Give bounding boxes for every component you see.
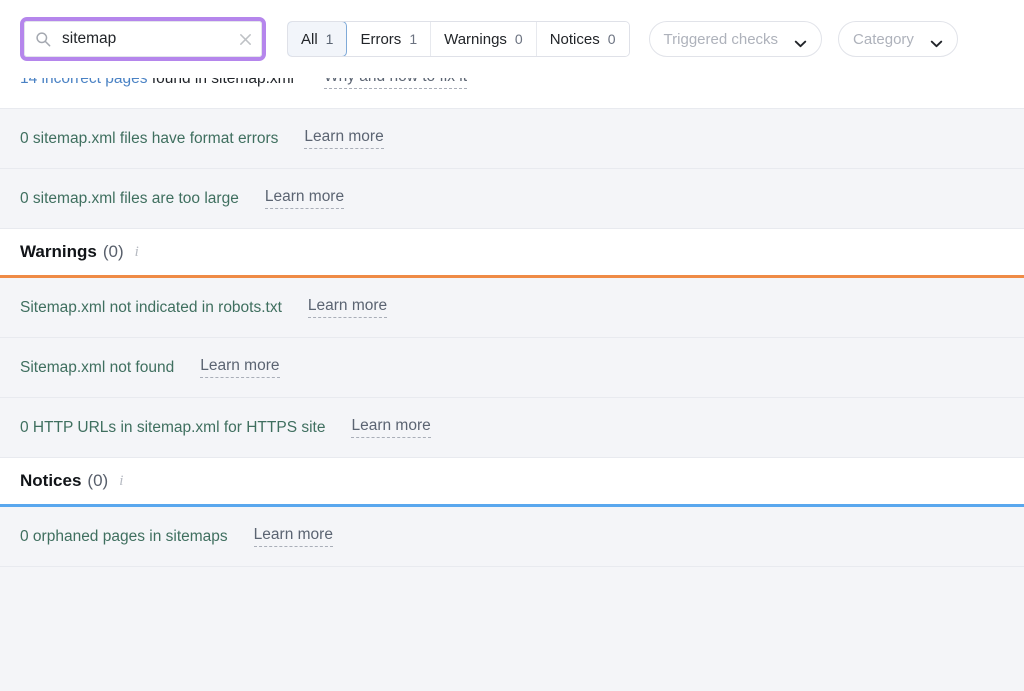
issue-help-link[interactable]: Learn more	[200, 357, 279, 378]
tab-notices-count: 0	[608, 31, 616, 47]
issue-help-link[interactable]: Learn more	[265, 188, 344, 209]
warnings-header: Warnings (0) i	[0, 229, 1024, 275]
search-input[interactable]	[62, 30, 238, 48]
issue-row[interactable]: Sitemap.xml not found Learn more	[0, 338, 1024, 398]
filter-toolbar: All 1 Errors 1 Warnings 0 Notices 0 Trig…	[0, 0, 1024, 78]
triggered-checks-label: Triggered checks	[664, 31, 779, 48]
close-icon[interactable]	[238, 32, 253, 47]
tab-warnings-count: 0	[515, 31, 523, 47]
severity-tab-group: All 1 Errors 1 Warnings 0 Notices 0	[287, 21, 630, 57]
category-dropdown[interactable]: Category	[838, 21, 958, 57]
issue-text: 0 HTTP URLs in sitemap.xml for HTTPS sit…	[20, 419, 325, 437]
tab-all[interactable]: All 1	[287, 21, 347, 57]
chevron-down-icon	[794, 35, 807, 43]
tab-warnings-label: Warnings	[444, 31, 507, 48]
search-box[interactable]	[24, 21, 262, 57]
issue-help-link[interactable]: Learn more	[351, 417, 430, 438]
tab-all-label: All	[301, 31, 318, 48]
list-bottom-fill	[0, 567, 1024, 691]
issue-help-link[interactable]: Learn more	[308, 297, 387, 318]
info-icon[interactable]: i	[135, 245, 139, 260]
section-notices: Notices (0) i 0 orphaned pages in sitema…	[0, 458, 1024, 567]
notices-header: Notices (0) i	[0, 458, 1024, 504]
section-warnings: Warnings (0) i Sitemap.xml not indicated…	[0, 229, 1024, 458]
issue-row[interactable]: Sitemap.xml not indicated in robots.txt …	[0, 278, 1024, 338]
issue-text: Sitemap.xml not indicated in robots.txt	[20, 299, 282, 317]
tab-errors-count: 1	[409, 31, 417, 47]
tab-errors[interactable]: Errors 1	[347, 22, 431, 56]
site-audit-issues-panel: All 1 Errors 1 Warnings 0 Notices 0 Trig…	[0, 0, 1024, 691]
issue-text: 0 sitemap.xml files are too large	[20, 190, 239, 208]
tab-notices-label: Notices	[550, 31, 600, 48]
category-label: Category	[853, 31, 914, 48]
search-box-highlight	[20, 17, 266, 61]
issue-row[interactable]: 0 orphaned pages in sitemaps Learn more	[0, 507, 1024, 567]
notices-count: (0)	[87, 471, 108, 491]
triggered-checks-dropdown[interactable]: Triggered checks	[649, 21, 823, 57]
tab-warnings[interactable]: Warnings 0	[431, 22, 537, 56]
issue-text: Sitemap.xml not found	[20, 359, 174, 377]
warnings-title: Warnings	[20, 242, 97, 262]
issue-row[interactable]: 0 sitemap.xml files are too large Learn …	[0, 169, 1024, 229]
issue-text: 0 orphaned pages in sitemaps	[20, 528, 228, 546]
chevron-down-icon	[930, 35, 943, 43]
warnings-count: (0)	[103, 242, 124, 262]
issue-help-link[interactable]: Learn more	[304, 128, 383, 149]
search-icon	[35, 31, 51, 47]
info-icon[interactable]: i	[119, 474, 123, 489]
tab-all-count: 1	[326, 31, 334, 47]
issue-text: 0 sitemap.xml files have format errors	[20, 130, 278, 148]
issue-help-link[interactable]: Learn more	[254, 526, 333, 547]
issue-row[interactable]: 0 HTTP URLs in sitemap.xml for HTTPS sit…	[0, 398, 1024, 458]
tab-errors-label: Errors	[360, 31, 401, 48]
notices-title: Notices	[20, 471, 81, 491]
tab-notices[interactable]: Notices 0	[537, 22, 629, 56]
issue-row[interactable]: 0 sitemap.xml files have format errors L…	[0, 109, 1024, 169]
